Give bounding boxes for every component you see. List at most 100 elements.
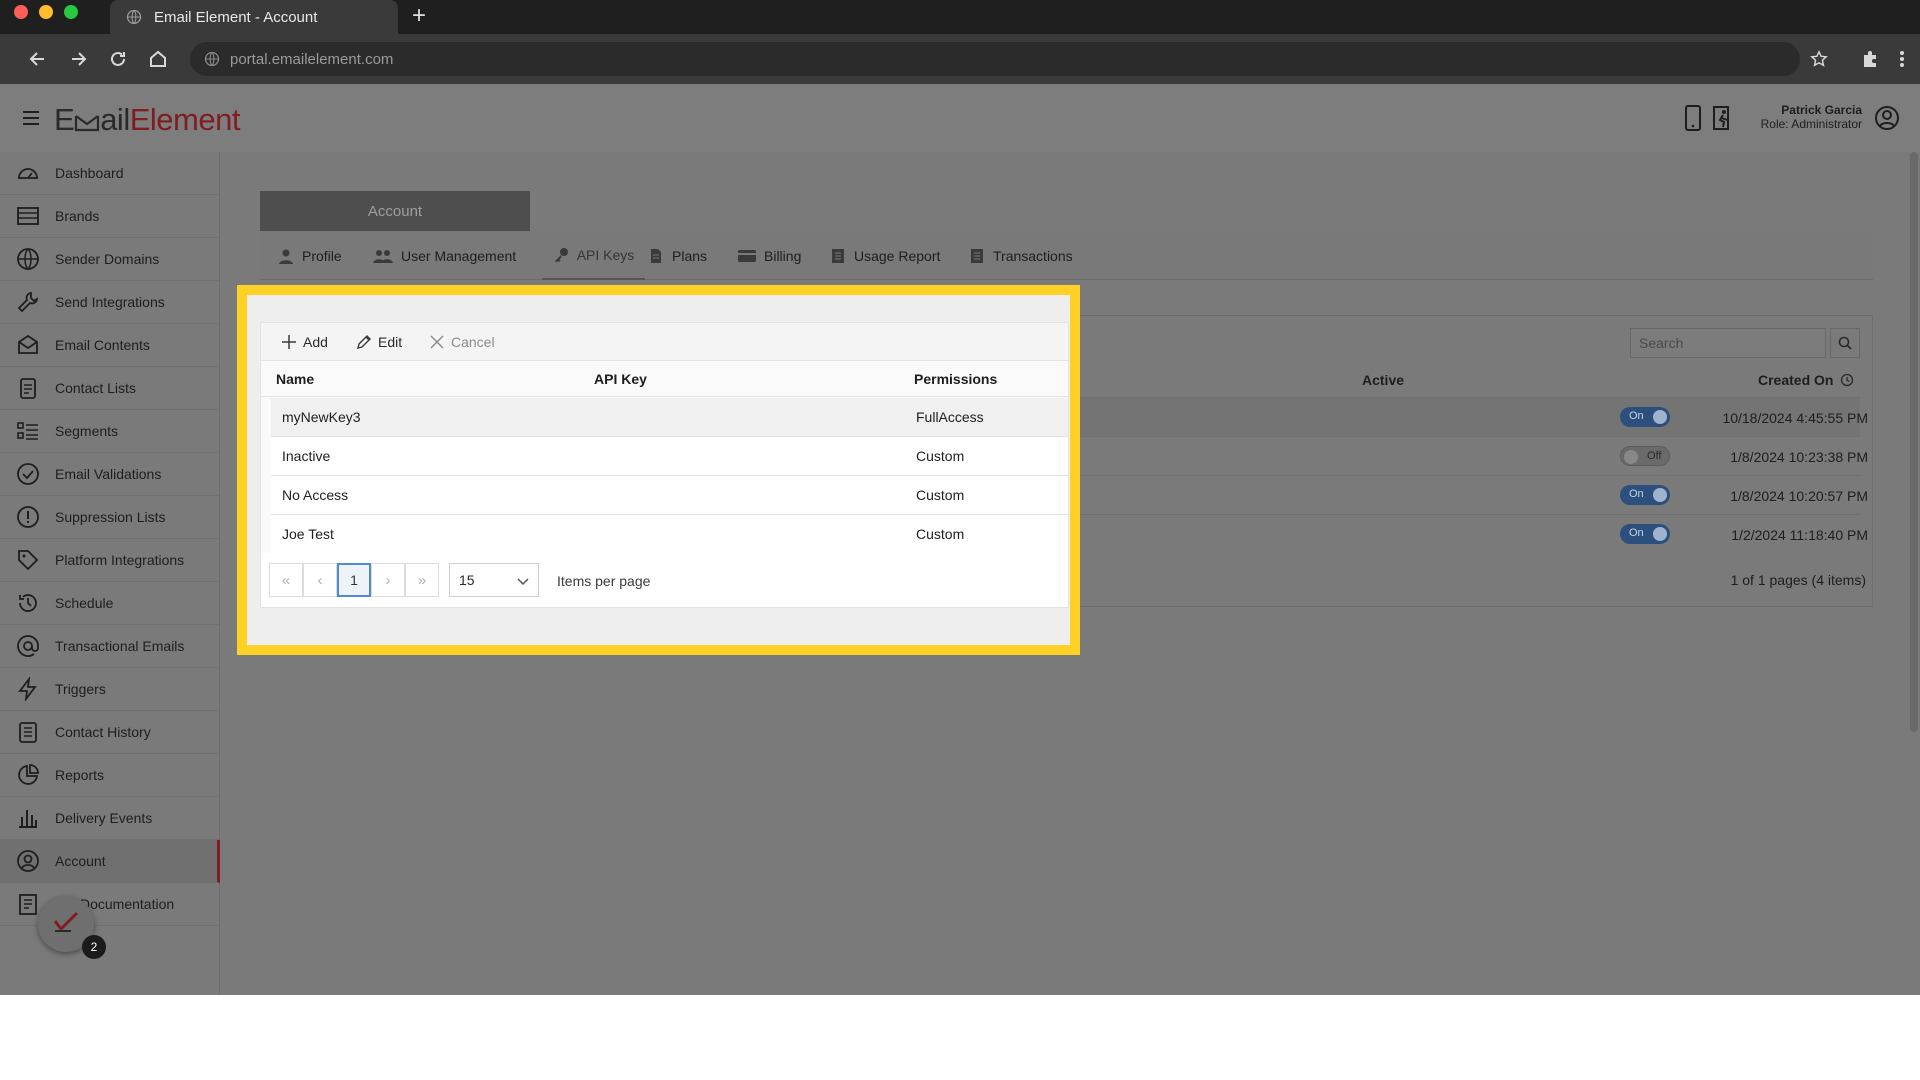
credit-card-icon	[738, 249, 756, 262]
minimize-window-button[interactable]	[39, 5, 53, 19]
envelope-check-icon	[75, 115, 100, 132]
bookmark-button[interactable]	[1805, 45, 1833, 73]
toggle-knob	[1653, 527, 1667, 541]
add-button[interactable]: Add	[281, 323, 328, 361]
user-avatar-icon[interactable]	[1874, 105, 1900, 131]
sidebar-item-transactional-emails[interactable]: Transactional Emails	[0, 625, 220, 668]
api-keys-grid: Add Edit Cancel Name API Key Permissions…	[260, 322, 1069, 608]
prev-page-button[interactable]: ‹	[303, 563, 337, 597]
column-header-active[interactable]: Active	[1362, 372, 1404, 388]
table-row[interactable]: No Access Custom	[271, 476, 1068, 515]
sidebar-item-suppression-lists[interactable]: Suppression Lists	[0, 496, 220, 539]
column-header-name[interactable]: Name	[276, 371, 314, 387]
tab-user-management[interactable]: User Management	[373, 231, 516, 280]
permissions-cell: Custom	[916, 487, 965, 503]
search-input[interactable]: Search	[1630, 328, 1826, 358]
browser-tab-bar: Email Element - Account +	[0, 0, 1920, 34]
address-bar[interactable]: portal.emailelement.com	[190, 42, 1800, 76]
sidebar-item-contact-history[interactable]: Contact History	[0, 711, 220, 754]
site-info-icon	[204, 51, 220, 67]
edit-button[interactable]: Edit	[356, 323, 402, 361]
new-tab-button[interactable]: +	[406, 3, 432, 29]
key-icon	[554, 247, 568, 262]
app-logo[interactable]: EailElement	[54, 102, 240, 138]
sidebar-item-schedule[interactable]: Schedule	[0, 582, 220, 625]
user-info[interactable]: Patrick Garcia Role: Administrator	[1761, 103, 1862, 131]
reload-icon	[111, 51, 125, 66]
active-toggle[interactable]: On	[1620, 407, 1670, 427]
search-button[interactable]	[1830, 328, 1860, 358]
extensions-button[interactable]	[1856, 45, 1884, 73]
sidebar-item-segments[interactable]: Segments	[0, 410, 220, 453]
sidebar-item-triggers[interactable]: Triggers	[0, 668, 220, 711]
exit-icon[interactable]	[1710, 104, 1736, 132]
arrow-left-icon	[29, 52, 44, 66]
column-header-created-on[interactable]: Created On	[1758, 372, 1833, 388]
sidebar-item-brands[interactable]: Brands	[0, 195, 220, 238]
cancel-button[interactable]: Cancel	[429, 323, 495, 361]
users-icon	[373, 249, 393, 263]
mobile-icon[interactable]	[1680, 104, 1706, 132]
tab-plans[interactable]: Plans	[648, 231, 707, 280]
alert-circle-icon	[15, 504, 41, 530]
sidebar-item-platform-integrations[interactable]: Platform Integrations	[0, 539, 220, 582]
home-button[interactable]	[144, 45, 172, 73]
grid-toolbar: Add Edit Cancel	[261, 323, 1068, 361]
account-section-tab[interactable]: Account	[260, 191, 530, 231]
grid-header: Name API Key Permissions	[261, 361, 1068, 397]
tab-usage-report[interactable]: Usage Report	[830, 231, 940, 280]
active-toggle[interactable]: Off	[1620, 446, 1670, 466]
bolt-icon	[15, 676, 41, 702]
sidebar-item-send-integrations[interactable]: Send Integrations	[0, 281, 220, 324]
close-window-button[interactable]	[14, 5, 28, 19]
sidebar-item-dashboard[interactable]: Dashboard	[0, 152, 220, 195]
table-row[interactable]: Joe Test Custom	[271, 515, 1068, 554]
tab-billing[interactable]: Billing	[738, 231, 801, 280]
tab-profile[interactable]: Profile	[278, 231, 342, 280]
sidebar-item-documentation[interactable]: Documentation	[0, 883, 220, 926]
user-name: Patrick Garcia	[1781, 103, 1862, 117]
page-scrollbar[interactable]	[1910, 152, 1918, 732]
next-page-button[interactable]: ›	[371, 563, 405, 597]
arrow-right-icon	[72, 52, 87, 66]
maximize-window-button[interactable]	[64, 5, 78, 19]
table-row[interactable]: Inactive Custom	[271, 437, 1068, 476]
items-per-page-label: Items per page	[557, 573, 651, 589]
last-page-button[interactable]: »	[405, 563, 439, 597]
user-role: Role: Administrator	[1760, 117, 1862, 131]
plus-icon	[282, 335, 296, 349]
globe-icon	[126, 9, 142, 25]
sidebar: Dashboard Brands Sender Domains Send Int…	[0, 152, 220, 995]
back-button[interactable]	[24, 45, 52, 73]
user-circle-icon	[15, 848, 41, 874]
sidebar-item-reports[interactable]: Reports	[0, 754, 220, 797]
hamburger-menu-icon[interactable]	[22, 110, 40, 126]
first-page-button[interactable]: «	[269, 563, 303, 597]
reload-button[interactable]	[104, 45, 132, 73]
browser-menu-button[interactable]	[1888, 45, 1916, 73]
created-on-cell: 1/2/2024 11:18:40 PM	[1731, 527, 1868, 543]
tab-api-keys[interactable]: API Keys	[542, 231, 645, 280]
sidebar-item-contact-lists[interactable]: Contact Lists	[0, 367, 220, 410]
column-header-api-key[interactable]: API Key	[594, 371, 647, 387]
sidebar-item-delivery-events[interactable]: Delivery Events	[0, 797, 220, 840]
sidebar-item-email-contents[interactable]: Email Contents	[0, 324, 220, 367]
page-number-button[interactable]: 1	[337, 563, 371, 597]
sidebar-item-sender-domains[interactable]: Sender Domains	[0, 238, 220, 281]
receipt-icon	[971, 248, 983, 263]
active-toggle[interactable]: On	[1620, 524, 1670, 544]
page-size-select[interactable]: 15	[449, 563, 539, 597]
sidebar-item-account[interactable]: Account	[0, 840, 220, 883]
name-cell: Joe Test	[282, 526, 334, 542]
search-icon	[1838, 336, 1852, 350]
browser-tab[interactable]: Email Element - Account	[110, 0, 398, 34]
column-header-permissions[interactable]: Permissions	[914, 371, 997, 387]
tab-transactions[interactable]: Transactions	[969, 231, 1073, 280]
forward-button[interactable]	[64, 45, 92, 73]
history-icon	[15, 590, 41, 616]
active-toggle[interactable]: On	[1620, 485, 1670, 505]
sidebar-item-email-validations[interactable]: Email Validations	[0, 453, 220, 496]
table-row[interactable]: myNewKey3 FullAccess	[271, 398, 1068, 437]
url-text: portal.emailelement.com	[230, 50, 394, 68]
notification-badge: 2	[82, 935, 106, 959]
